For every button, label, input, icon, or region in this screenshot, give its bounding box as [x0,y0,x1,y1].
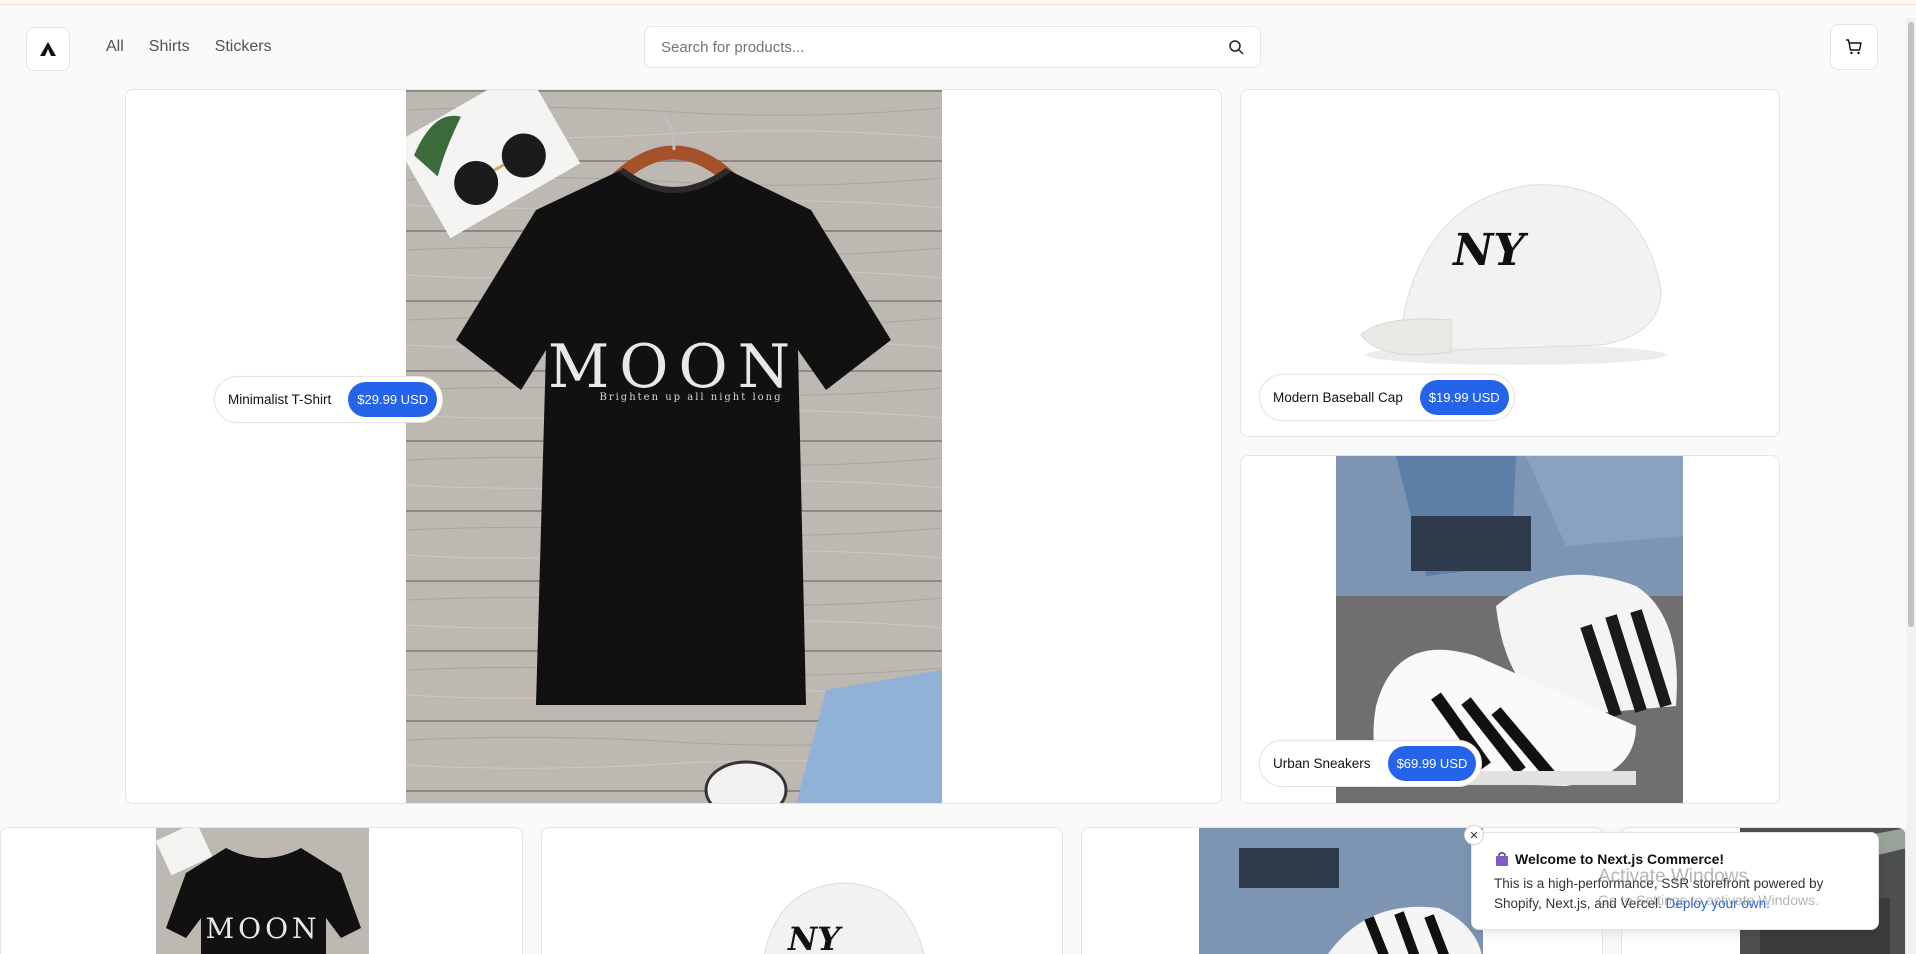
close-icon: ✕ [1469,829,1479,842]
product-label-tshirt[interactable]: Minimalist T-Shirt $29.99 USD [214,376,444,423]
carousel-sneakers-image [1199,828,1483,954]
cart-button[interactable] [1830,24,1878,70]
shopping-bag-icon [1496,852,1508,866]
logo-button[interactable] [26,27,70,71]
nav-shirts[interactable]: Shirts [149,38,190,56]
product-tile-tshirt[interactable]: MOON Brighten up all night long Minimali… [125,89,1222,804]
main-nav: All Shirts Stickers [106,38,272,56]
carousel-cap-image: NY [763,882,925,954]
search-icon[interactable] [1228,39,1244,55]
search-input[interactable] [661,38,1228,56]
top-border [0,0,1916,5]
carousel-tshirt-image: MOON [156,828,369,954]
search-bar [644,26,1261,68]
tshirt-image: MOON Brighten up all night long [406,90,942,803]
carousel-cap-logo: NY [787,920,843,954]
shirt-print-subtitle: Brighten up all night long [599,392,782,403]
windows-watermark-line1: Activate Windows [1598,866,1748,887]
nav-stickers[interactable]: Stickers [215,38,272,56]
product-label-sneakers[interactable]: Urban Sneakers $69.99 USD [1259,740,1483,787]
nav-all[interactable]: All [106,38,124,56]
product-name: Minimalist T-Shirt [228,392,332,407]
product-tile-sneakers[interactable]: Urban Sneakers $69.99 USD [1240,455,1780,804]
cap-image: NY [1360,184,1666,365]
product-price: $29.99 USD [348,382,438,417]
product-price: $69.99 USD [1387,746,1477,781]
scrollbar-thumb[interactable] [1908,22,1914,627]
logo-icon [40,42,56,56]
carousel-item-tshirt[interactable]: MOON [0,827,523,954]
page-scrollbar[interactable] [1906,18,1916,954]
carousel-print-title: MOON [205,912,320,945]
product-tile-cap[interactable]: NY Modern Baseball Cap $19.99 USD [1240,89,1780,437]
product-label-cap[interactable]: Modern Baseball Cap $19.99 USD [1259,374,1515,421]
product-name: Urban Sneakers [1273,756,1371,771]
product-price: $19.99 USD [1419,380,1509,415]
windows-watermark-line2: Go to Settings to activate Windows. [1598,892,1819,908]
cart-icon [1846,39,1862,55]
cap-logo: NY [1451,225,1528,276]
toast-close-button[interactable]: ✕ [1464,825,1484,845]
toast-title: Welcome to Next.js Commerce! [1515,851,1725,867]
carousel-item-cap[interactable]: NY [541,827,1063,954]
product-name: Modern Baseball Cap [1273,390,1403,405]
